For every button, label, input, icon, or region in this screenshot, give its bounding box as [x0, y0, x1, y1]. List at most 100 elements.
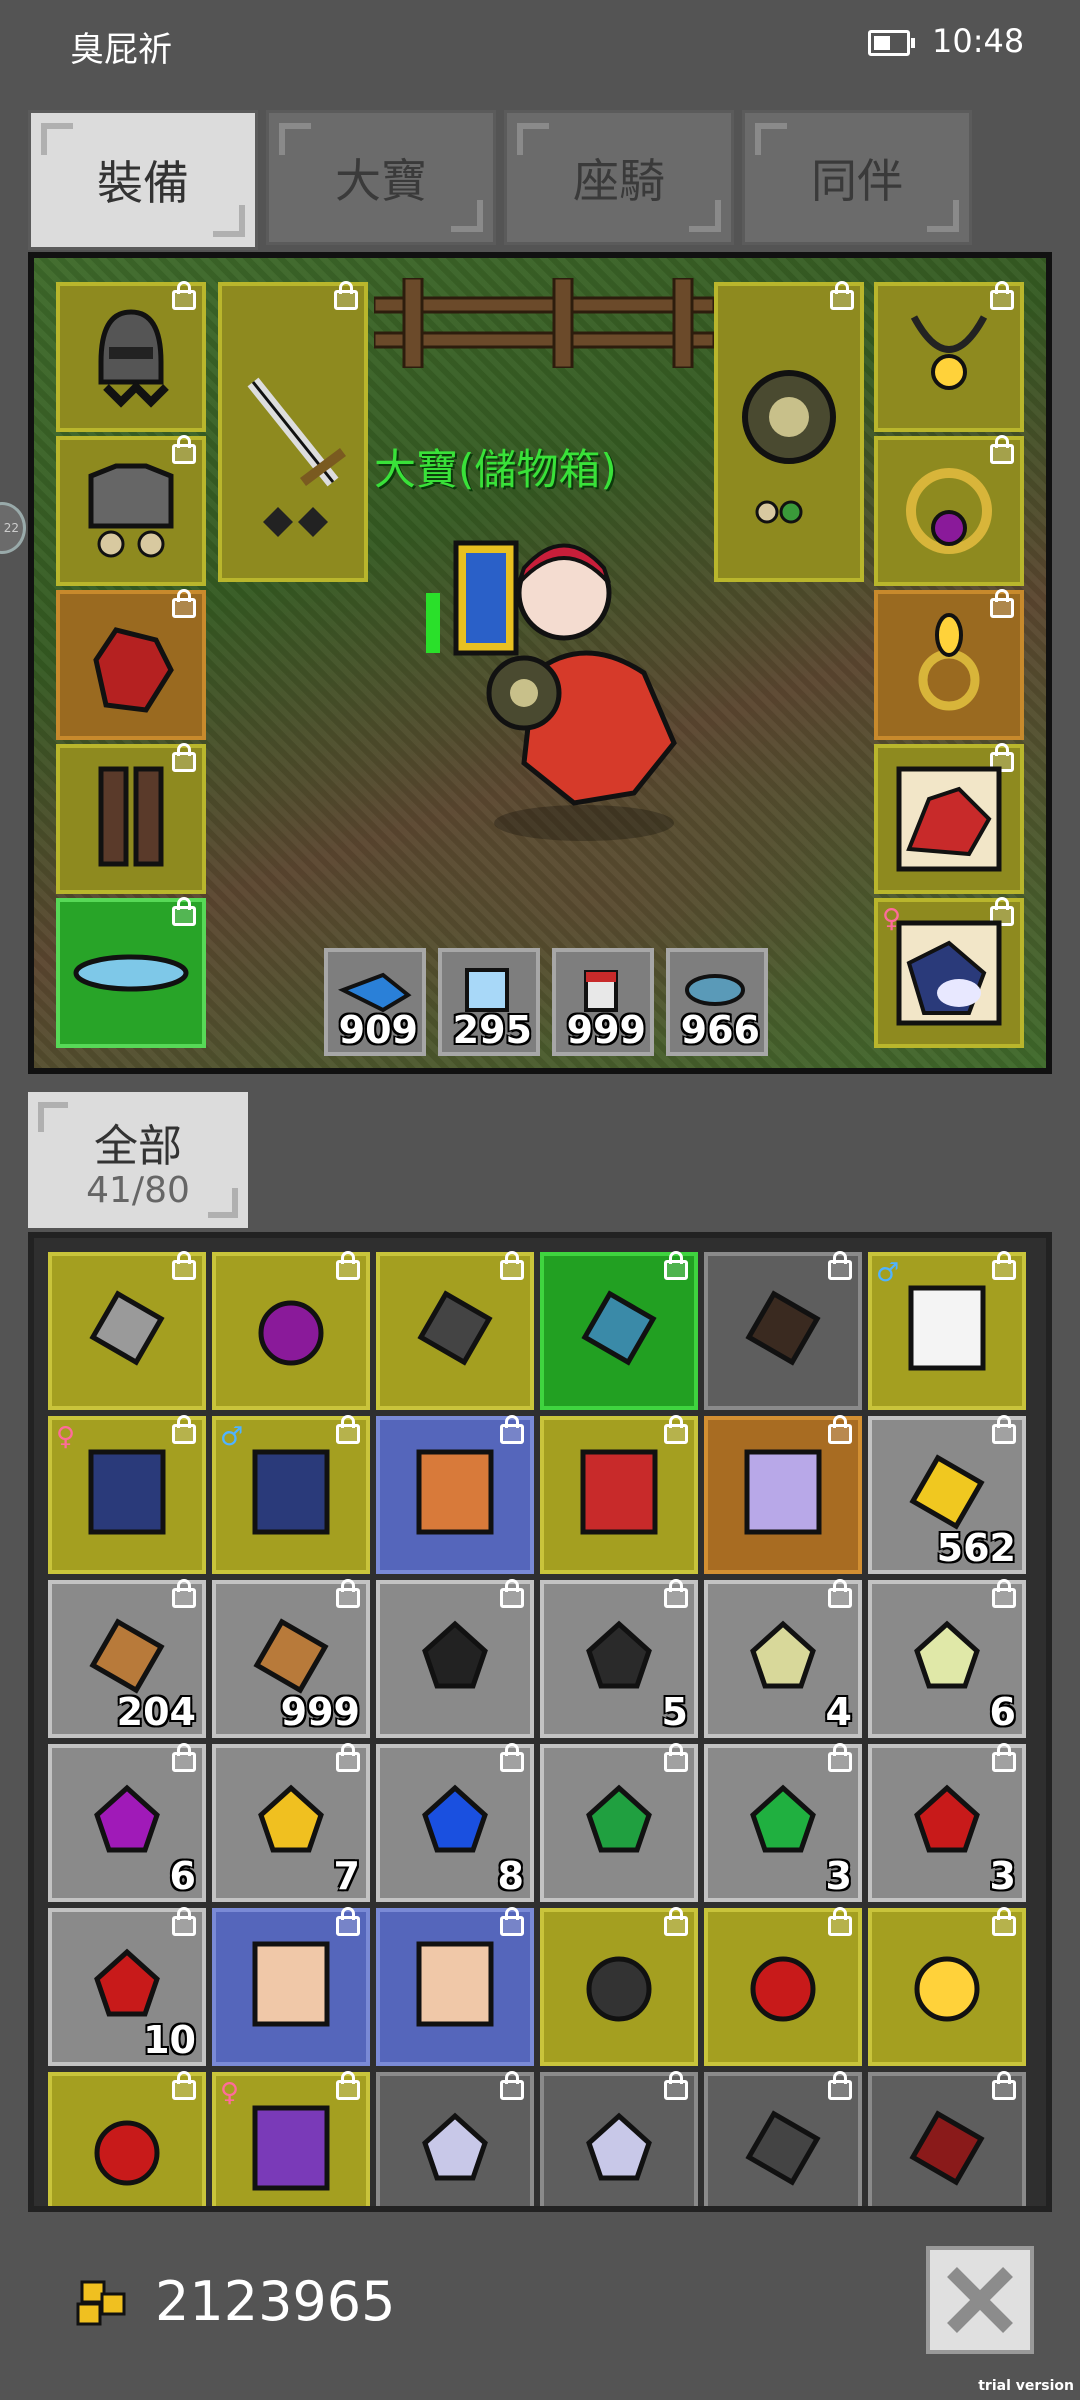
watermark: trial version	[978, 2378, 1074, 2394]
rooster-card-icon	[580, 1449, 658, 1535]
armor-slot[interactable]	[56, 435, 206, 586]
inventory-slot[interactable]	[540, 1743, 698, 1902]
inventory-slot[interactable]: 5	[540, 1579, 698, 1738]
inventory-grid[interactable]: ♂ ♀ ♂ 562 204 999 5 4 6 6 7 8 3 3 10 ♀	[28, 1232, 1052, 2212]
green-ore-icon	[586, 1784, 652, 1853]
scythe-icon	[745, 2110, 821, 2186]
clock: 10:48	[932, 22, 1025, 60]
inventory-slot[interactable]: 999	[212, 1579, 370, 1738]
inventory-slot[interactable]: ♀	[212, 2071, 370, 2206]
earring-icon	[914, 1956, 980, 2022]
lock-icon	[992, 1579, 1016, 1608]
inventory-slot[interactable]	[704, 1415, 862, 1574]
inventory-slot[interactable]: 204	[48, 1579, 206, 1738]
mount-card-slot[interactable]	[874, 743, 1024, 894]
inventory-filter-all[interactable]: 全部 41/80	[28, 1092, 248, 1228]
inventory-slot[interactable]	[704, 1251, 862, 1410]
lock-icon	[992, 1907, 1016, 1936]
hero-character[interactable]	[414, 523, 744, 843]
side-bubble-text: 22	[3, 521, 19, 535]
tab-companion[interactable]: 同伴	[742, 110, 972, 245]
gloves-icon	[93, 627, 174, 713]
inventory-slot[interactable]	[704, 1907, 862, 2066]
chainmail-icon	[581, 1290, 657, 1366]
close-button[interactable]	[926, 2246, 1034, 2354]
boots-slot[interactable]	[56, 743, 206, 894]
inventory-slot[interactable]: 562	[868, 1415, 1026, 1574]
horned-helmet-icon	[745, 1290, 821, 1366]
spear-icon	[417, 1290, 493, 1366]
side-bubble[interactable]: 22	[0, 502, 26, 554]
inventory-slot[interactable]: ♂	[212, 1415, 370, 1574]
weapon-slot[interactable]	[218, 281, 368, 582]
consumable-slot[interactable]: 295	[438, 948, 540, 1056]
tab-equipment[interactable]: 裝備	[28, 110, 258, 250]
inventory-slot[interactable]	[376, 1251, 534, 1410]
inventory-slot[interactable]	[540, 1251, 698, 1410]
necklace-slot[interactable]	[874, 281, 1024, 432]
orange-card-icon	[416, 1449, 494, 1535]
inventory-slot[interactable]	[212, 1907, 370, 2066]
earring-icon	[918, 613, 980, 711]
character-scene: ♀ 大寶(儲物箱) 909 295 999 966	[28, 252, 1052, 1074]
inventory-count: 41/80	[86, 1170, 190, 1211]
consumable-slot[interactable]: 966	[666, 948, 768, 1056]
item-quantity: 6	[169, 1854, 196, 1898]
inventory-slot[interactable]: 7	[212, 1743, 370, 1902]
pale-ore-icon	[750, 1620, 816, 1689]
earring-slot[interactable]	[874, 589, 1024, 740]
belt-slot[interactable]	[56, 897, 206, 1048]
red-ring-icon	[750, 1956, 816, 2022]
lock-icon	[500, 1251, 524, 1280]
lock-icon	[500, 1579, 524, 1608]
tab-mount[interactable]: 座騎	[504, 110, 734, 245]
inventory-slot[interactable]	[376, 1579, 534, 1738]
gem-dagger-icon	[586, 2112, 652, 2181]
bird-card-slot[interactable]: ♀	[874, 897, 1024, 1048]
pet-label: 大寶(儲物箱)	[374, 445, 617, 494]
consumable-count: 999	[566, 1008, 646, 1052]
inventory-slot[interactable]: ♂	[868, 1251, 1026, 1410]
lock-icon	[172, 1415, 196, 1444]
item-quantity: 562	[936, 1526, 1016, 1570]
lock-icon	[172, 1579, 196, 1608]
inventory-slot[interactable]: 10	[48, 1907, 206, 2066]
item-quantity: 3	[825, 1854, 852, 1898]
inventory-slot[interactable]	[540, 1415, 698, 1574]
inventory-slot[interactable]: 6	[868, 1579, 1026, 1738]
inventory-slot[interactable]	[704, 2071, 862, 2206]
inventory-slot[interactable]	[376, 1415, 534, 1574]
inventory-slot[interactable]: 6	[48, 1743, 206, 1902]
lock-icon	[172, 897, 196, 926]
inventory-slot[interactable]	[212, 1251, 370, 1410]
inventory-slot[interactable]	[868, 1907, 1026, 2066]
inventory-slot[interactable]: 8	[376, 1743, 534, 1902]
inventory-slot[interactable]	[376, 1907, 534, 2066]
ring-slot[interactable]	[874, 435, 1024, 586]
lock-icon	[336, 1907, 360, 1936]
lock-icon	[828, 1415, 852, 1444]
inventory-slot[interactable]: 3	[704, 1743, 862, 1902]
unicorn-card-icon	[744, 1449, 822, 1535]
boots-icon	[98, 766, 164, 867]
consumable-slot[interactable]: 999	[552, 948, 654, 1056]
inventory-slot[interactable]	[376, 2071, 534, 2206]
helmet-slot[interactable]	[56, 281, 206, 432]
gloves-slot[interactable]	[56, 589, 206, 740]
purple-gem-icon	[94, 1784, 160, 1853]
lock-icon	[828, 1907, 852, 1936]
male-icon: ♂	[220, 1422, 244, 1452]
inventory-slot[interactable]	[48, 1251, 206, 1410]
lock-icon	[500, 1415, 524, 1444]
inventory-slot[interactable]: ♀	[48, 1415, 206, 1574]
tab-pet[interactable]: 大寶	[266, 110, 496, 245]
card-pack-icon	[416, 1941, 494, 2027]
inventory-slot[interactable]	[48, 2071, 206, 2206]
inventory-slot[interactable]: 4	[704, 1579, 862, 1738]
inventory-slot[interactable]	[868, 2071, 1026, 2206]
consumable-slot[interactable]: 909	[324, 948, 426, 1056]
inventory-slot[interactable]	[540, 1907, 698, 2066]
inventory-slot[interactable]: 3	[868, 1743, 1026, 1902]
inventory-slot[interactable]	[540, 2071, 698, 2206]
lock-icon	[992, 1251, 1016, 1280]
